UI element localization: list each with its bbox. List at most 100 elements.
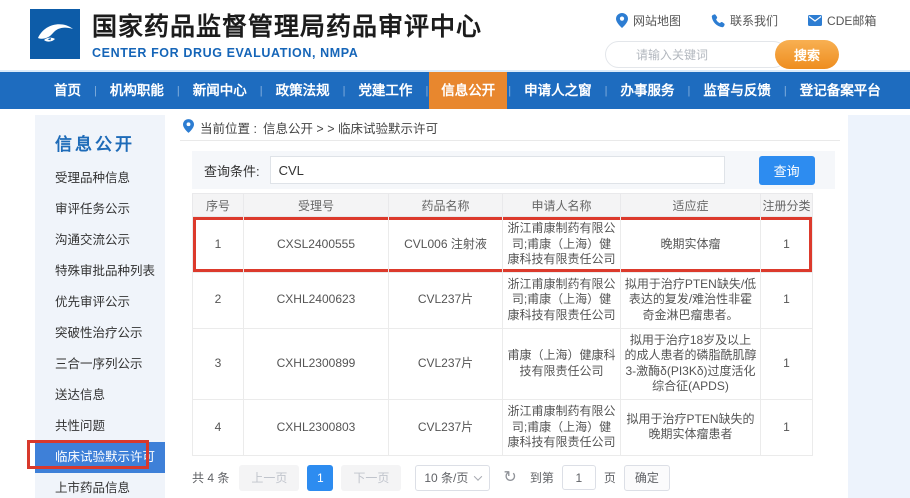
sidebar-item-label: 特殊审批品种列表 <box>55 264 155 278</box>
location-pin-icon <box>183 119 194 136</box>
cell-1-1: CXSL2400555 <box>244 217 389 273</box>
sidebar-item-label: 沟通交流公示 <box>55 233 130 247</box>
nav-item-2[interactable]: 新闻中心 <box>181 72 259 109</box>
cde-logo[interactable] <box>30 9 80 59</box>
quick-link-0[interactable]: 网站地图 <box>616 12 681 29</box>
cell-2-5: 1 <box>761 272 813 328</box>
refresh-icon[interactable]: ↻ <box>503 470 516 486</box>
confirm-button[interactable]: 确定 <box>624 465 670 491</box>
sidebar-item-7[interactable]: 送达信息 <box>35 380 165 411</box>
next-page-button[interactable]: 下一页 <box>341 465 401 491</box>
sidebar-item-label: 优先审评公示 <box>55 295 130 309</box>
cell-2-3: 浙江甫康制药有限公司;甫康（上海）健康科技有限责任公司 <box>503 272 621 328</box>
sidebar-item-1[interactable]: 审评任务公示 <box>35 194 165 225</box>
nav-divider: | <box>688 85 691 97</box>
cell-1-5: 1 <box>761 217 813 273</box>
cell-3-0: 3 <box>193 328 244 399</box>
cell-2-2: CVL237片 <box>389 272 503 328</box>
sidebar-item-6[interactable]: 三合一序列公示 <box>35 349 165 380</box>
breadcrumb-path[interactable]: 信息公开 > > 临床试验默示许可 <box>263 118 438 137</box>
query-input[interactable] <box>270 156 725 184</box>
sidebar-item-label: 受理品种信息 <box>55 171 130 185</box>
cell-1-3: 浙江甫康制药有限公司;甫康（上海）健康科技有限责任公司 <box>503 217 621 273</box>
sidebar-item-8[interactable]: 共性问题 <box>35 411 165 442</box>
cell-3-4: 拟用于治疗18岁及以上的成人患者的磷脂酰肌醇3-激酶δ(PI3Kδ)过度活化综合… <box>621 328 761 399</box>
cell-4-3: 浙江甫康制药有限公司;甫康（上海）健康科技有限责任公司 <box>503 399 621 455</box>
main-area: 信息公开 受理品种信息审评任务公示沟通交流公示特殊审批品种列表优先审评公示突破性… <box>0 109 910 498</box>
sidebar-item-3[interactable]: 特殊审批品种列表 <box>35 256 165 287</box>
nav-item-9[interactable]: 登记备案平台 <box>788 72 893 109</box>
cell-2-0: 2 <box>193 272 244 328</box>
total-count: 共 4 条 <box>192 469 229 486</box>
query-button[interactable]: 查询 <box>759 156 815 185</box>
quick-link-2[interactable]: CDE邮箱 <box>808 12 876 29</box>
quick-link-1[interactable]: 联系我们 <box>711 12 778 29</box>
sidebar-item-label: 审评任务公示 <box>55 202 130 216</box>
sidebar-item-label: 上市药品信息 <box>55 481 130 495</box>
nav-divider: | <box>343 85 346 97</box>
query-bar: 查询条件: 查询 <box>192 151 835 189</box>
page-number-button[interactable]: 1 <box>307 465 333 491</box>
table-header-row: 序号受理号药品名称申请人名称适应症注册分类 <box>193 194 813 217</box>
sidebar-item-9[interactable]: 临床试验默示许可 <box>35 442 165 473</box>
nav-divider: | <box>784 85 787 97</box>
table-row-4: 4CXHL2300803CVL237片浙江甫康制药有限公司;甫康（上海）健康科技… <box>193 399 813 455</box>
prev-page-button[interactable]: 上一页 <box>239 465 299 491</box>
cell-4-5: 1 <box>761 399 813 455</box>
nav-item-1[interactable]: 机构职能 <box>98 72 176 109</box>
nav-divider: | <box>94 85 97 97</box>
page-size-value: 10 条/页 <box>424 469 468 486</box>
table-body: 1CXSL2400555CVL006 注射液浙江甫康制药有限公司;甫康（上海）健… <box>193 217 813 456</box>
site-title: 国家药品监督管理局药品审评中心 <box>92 7 482 43</box>
cell-1-4: 晚期实体瘤 <box>621 217 761 273</box>
cell-4-4: 拟用于治疗PTEN缺失的晚期实体瘤患者 <box>621 399 761 455</box>
cell-1-2: CVL006 注射液 <box>389 217 503 273</box>
quick-link-label: 网站地图 <box>633 12 681 29</box>
sidebar-item-label: 突破性治疗公示 <box>55 326 143 340</box>
sidebar-item-2[interactable]: 沟通交流公示 <box>35 225 165 256</box>
table-row-3: 3CXHL2300899CVL237片甫康（上海）健康科技有限责任公司拟用于治疗… <box>193 328 813 399</box>
nav-item-5[interactable]: 信息公开 <box>429 72 507 109</box>
sidebar-list: 受理品种信息审评任务公示沟通交流公示特殊审批品种列表优先审评公示突破性治疗公示三… <box>35 163 165 498</box>
nav-item-6[interactable]: 申请人之窗 <box>512 72 604 109</box>
query-label: 查询条件: <box>204 161 260 180</box>
cde-logo-icon <box>30 9 80 59</box>
main-nav: 首页|机构职能|新闻中心|政策法规|党建工作|信息公开|申请人之窗|办事服务|监… <box>0 72 910 109</box>
goto-suffix: 页 <box>604 469 616 486</box>
sidebar-item-4[interactable]: 优先审评公示 <box>35 287 165 318</box>
quick-links: 网站地图 联系我们 CDE邮箱 <box>616 12 876 29</box>
goto-label: 到第 <box>530 469 554 486</box>
location-pin-icon <box>616 13 628 28</box>
nav-item-3[interactable]: 政策法规 <box>264 72 342 109</box>
sidebar-item-0[interactable]: 受理品种信息 <box>35 163 165 194</box>
header-search: 搜索 <box>605 40 841 69</box>
column-header-1: 受理号 <box>244 194 389 217</box>
table-row-1-highlighted: 1 CXSL2400555CVL006 注射液浙江甫康制药有限公司;甫康（上海）健… <box>193 217 813 273</box>
column-header-0: 序号 <box>193 194 244 217</box>
search-button[interactable]: 搜索 <box>775 40 839 69</box>
sidebar-item-5[interactable]: 突破性治疗公示 <box>35 318 165 349</box>
content-panel: 当前位置 : 信息公开 > > 临床试验默示许可 查询条件: 查询 序号受理号药… <box>180 115 840 498</box>
site-subtitle: CENTER FOR DRUG EVALUATION, NMPA <box>92 46 482 60</box>
results-table: 序号受理号药品名称申请人名称适应症注册分类 1 CXSL2400555CVL006… <box>192 193 813 456</box>
search-input[interactable] <box>605 41 787 68</box>
page-size-select[interactable]: 10 条/页 <box>415 465 490 491</box>
nav-item-4[interactable]: 党建工作 <box>346 72 424 109</box>
mail-icon <box>808 15 822 26</box>
nav-item-0[interactable]: 首页 <box>42 72 93 109</box>
column-header-2: 药品名称 <box>389 194 503 217</box>
phone-icon <box>711 14 725 28</box>
cell-4-2: CVL237片 <box>389 399 503 455</box>
cell-3-2: CVL237片 <box>389 328 503 399</box>
site-title-block: 国家药品监督管理局药品审评中心 CENTER FOR DRUG EVALUATI… <box>92 7 482 60</box>
nav-divider: | <box>605 85 608 97</box>
cell-3-3: 甫康（上海）健康科技有限责任公司 <box>503 328 621 399</box>
goto-page-input[interactable] <box>562 465 596 490</box>
nav-item-8[interactable]: 监督与反馈 <box>691 72 783 109</box>
nav-item-7[interactable]: 办事服务 <box>609 72 687 109</box>
sidebar-item-10[interactable]: 上市药品信息 <box>35 473 165 498</box>
chevron-down-icon <box>474 472 482 480</box>
quick-link-label: 联系我们 <box>730 12 778 29</box>
sidebar-item-label: 送达信息 <box>55 388 105 402</box>
breadcrumb: 当前位置 : 信息公开 > > 临床试验默示许可 <box>180 115 840 141</box>
